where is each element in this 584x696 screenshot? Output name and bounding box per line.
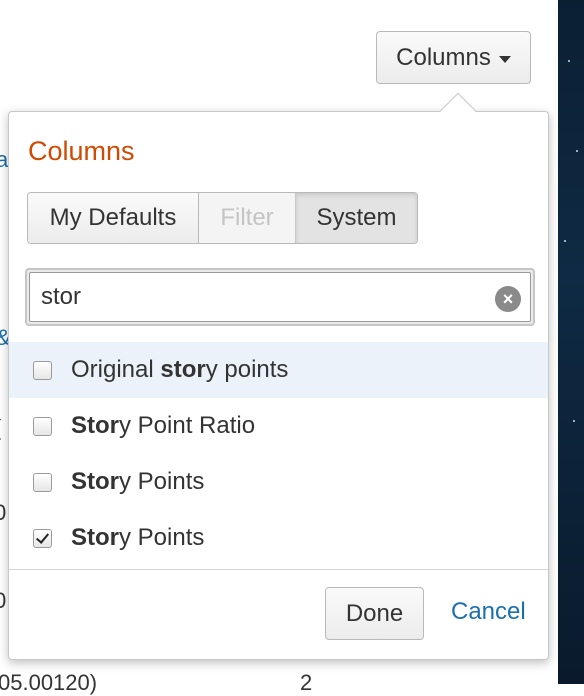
popup-title: Columns [28, 136, 135, 166]
column-option[interactable]: Original story points [9, 342, 548, 398]
search-box: × [25, 268, 535, 326]
column-source-tabs: My Defaults Filter System [27, 192, 418, 244]
column-checkbox[interactable] [33, 472, 52, 492]
background-fragment: 0 [0, 500, 7, 525]
column-option-label: Story Points [71, 524, 205, 551]
column-option[interactable]: Story Points [9, 454, 548, 510]
column-checkbox[interactable] [33, 360, 52, 380]
columns-button[interactable]: Columns [376, 31, 531, 84]
cancel-link[interactable]: Cancel [451, 598, 526, 626]
background-fragment: a [0, 147, 9, 172]
tab-filter: Filter [199, 193, 295, 243]
caret-down-icon [498, 56, 511, 63]
column-options-list: Original story points Story Point Ratio … [9, 342, 548, 566]
desktop-wallpaper-strip [558, 0, 584, 684]
popup-arrow [439, 92, 477, 130]
background-fragment: 2 [300, 670, 313, 695]
column-option-label: Original story points [71, 356, 289, 383]
background-fragment: 05.00120) [0, 670, 98, 695]
columns-popup: Columns My Defaults Filter System × Orig… [8, 92, 549, 660]
column-option-label: Story Point Ratio [71, 412, 256, 439]
column-option-label: Story Points [71, 468, 205, 495]
tab-my-defaults[interactable]: My Defaults [28, 193, 199, 243]
clear-search-icon[interactable]: × [495, 286, 521, 312]
tab-system[interactable]: System [295, 193, 417, 243]
column-option[interactable]: Story Points [9, 510, 548, 566]
columns-button-label: Columns [396, 43, 491, 71]
background-fragment: ( [0, 415, 1, 441]
popup-footer-divider [9, 569, 548, 570]
search-input[interactable] [29, 272, 531, 322]
background-fragment: 0 [0, 588, 7, 613]
column-option[interactable]: Story Point Ratio [9, 398, 548, 454]
done-button[interactable]: Done [325, 587, 424, 640]
column-checkbox[interactable] [33, 416, 52, 436]
column-checkbox-checked[interactable] [33, 528, 52, 548]
